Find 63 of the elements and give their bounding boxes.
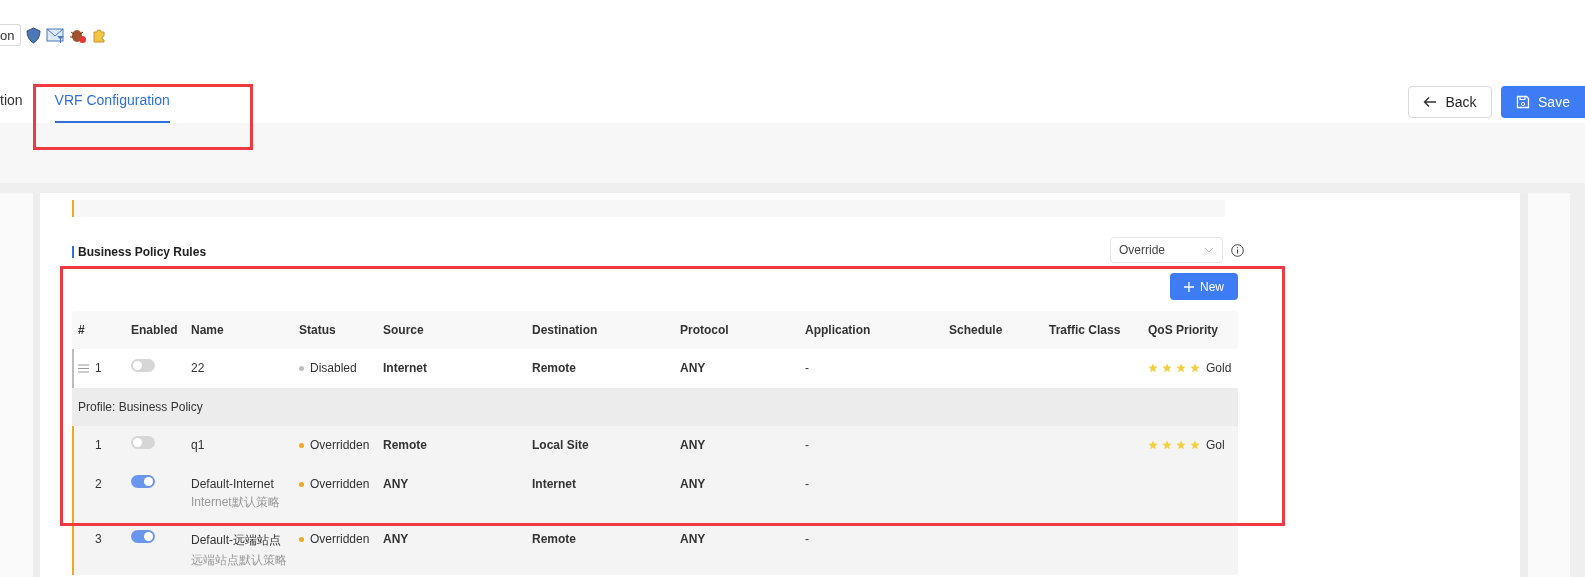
- row-number: 1: [95, 438, 102, 452]
- qos-priority: Gold: [1206, 361, 1232, 375]
- mode-select[interactable]: Override: [1110, 237, 1223, 263]
- destination-cell: Remote: [532, 532, 576, 546]
- application-cell: -: [805, 361, 809, 375]
- rule-description: 远端站点默认策略: [191, 552, 288, 569]
- source-cell: Remote: [383, 438, 427, 452]
- shield-icon: [25, 27, 43, 44]
- column-header: Protocol: [679, 323, 730, 337]
- protocol-cell: ANY: [680, 477, 706, 491]
- column-header: Source: [382, 323, 425, 337]
- enabled-toggle[interactable]: [131, 436, 155, 449]
- protocol-cell: ANY: [680, 438, 706, 452]
- info-icon: [1231, 243, 1244, 257]
- enabled-toggle[interactable]: [131, 359, 155, 372]
- application-cell: -: [805, 438, 809, 452]
- application-cell: -: [805, 532, 809, 546]
- qos-priority: Gol: [1206, 438, 1225, 452]
- rule-description: Internet默认策略: [191, 494, 281, 511]
- column-header: Destination: [531, 323, 599, 337]
- save-button[interactable]: Save: [1501, 86, 1585, 118]
- group-title: Profile: Business Policy: [78, 400, 203, 414]
- row-number: 2: [95, 477, 102, 491]
- arrow-left-icon: [1423, 96, 1438, 108]
- status-text: Disabled: [310, 361, 357, 375]
- tab[interactable]: tion: [0, 75, 23, 123]
- rule-name: 22: [191, 361, 206, 375]
- destination-cell: Local Site: [532, 438, 589, 452]
- protocol-cell: ANY: [680, 532, 706, 546]
- puzzle-piece-icon: [91, 26, 108, 43]
- column-header: Application: [804, 323, 872, 337]
- envelope-filter-icon: [46, 27, 66, 44]
- enabled-toggle[interactable]: [131, 530, 155, 543]
- source-cell: Internet: [383, 361, 427, 375]
- column-header: Name: [190, 323, 225, 337]
- status-text: Overridden: [310, 532, 370, 546]
- status-text: Overridden: [310, 438, 370, 452]
- new-button[interactable]: New: [1170, 273, 1238, 300]
- rule-name: Default-Internet: [191, 477, 275, 491]
- column-header: #: [77, 323, 86, 337]
- rule-name: Default-远端站点: [191, 532, 283, 549]
- toolbar-button[interactable]: on: [0, 24, 22, 46]
- row-number: 3: [95, 532, 102, 546]
- destination-cell: Internet: [532, 477, 576, 491]
- status-text: Overridden: [310, 477, 370, 491]
- application-cell: -: [805, 477, 809, 491]
- source-cell: ANY: [383, 532, 409, 546]
- protocol-cell: ANY: [680, 361, 706, 375]
- plus-icon: [1184, 281, 1194, 292]
- row-number: 1: [95, 361, 102, 375]
- column-header: Schedule: [948, 323, 1004, 337]
- enabled-toggle[interactable]: [131, 475, 155, 488]
- rule-name: q1: [191, 438, 206, 452]
- chevron-down-icon: [1204, 247, 1214, 253]
- column-header: Status: [298, 323, 337, 337]
- save-icon: [1516, 95, 1531, 109]
- column-header: QoS Priority: [1147, 323, 1219, 337]
- column-header: Enabled: [130, 323, 179, 337]
- destination-cell: Remote: [532, 361, 576, 375]
- back-button[interactable]: Back: [1408, 86, 1492, 118]
- source-cell: ANY: [383, 477, 409, 491]
- column-header: Traffic Class: [1048, 323, 1122, 337]
- section-title: Business Policy Rules: [72, 246, 207, 258]
